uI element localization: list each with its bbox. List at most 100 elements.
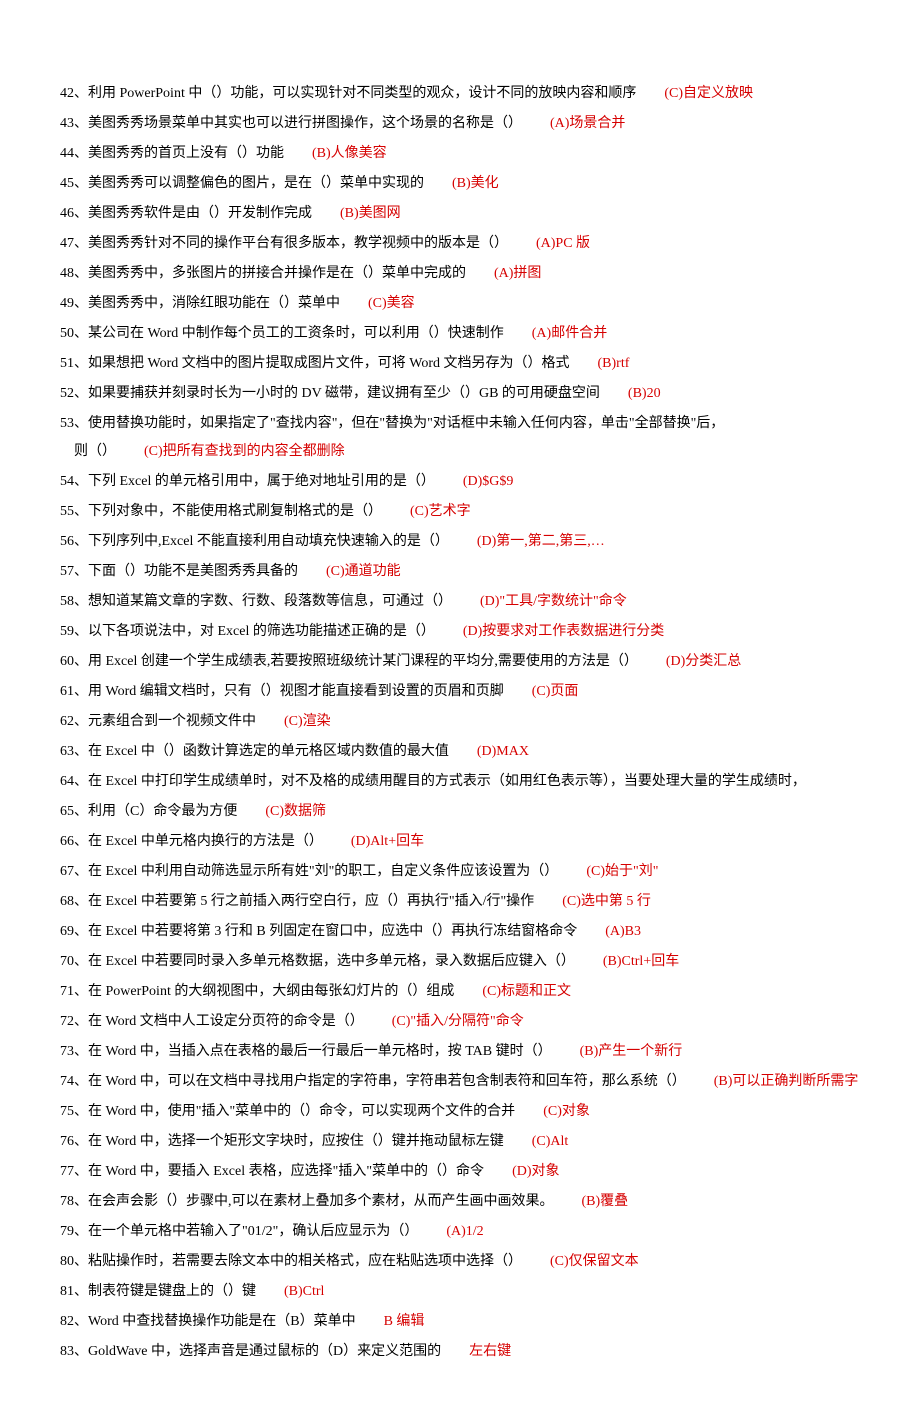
question-item: 70、在 Excel 中若要同时录入多单元格数据，选中多单元格，录入数据后应键入… <box>60 948 860 976</box>
question-text: 58、想知道某篇文章的字数、行数、段落数等信息，可通过（） <box>60 594 452 609</box>
question-text: 59、以下各项说法中，对 Excel 的筛选功能描述正确的是（） <box>60 624 435 639</box>
question-item: 42、利用 PowerPoint 中（）功能，可以实现针对不同类型的观众，设计不… <box>60 80 860 108</box>
question-item: 73、在 Word 中，当插入点在表格的最后一行最后一单元格时，按 TAB 键时… <box>60 1038 860 1066</box>
question-text: 77、在 Word 中，要插入 Excel 表格，应选择"插入"菜单中的（）命令 <box>60 1164 484 1179</box>
question-text: 65、利用（C）命令最为方便 <box>60 804 237 819</box>
answer-text: (B)20 <box>628 386 661 401</box>
question-item: 77、在 Word 中，要插入 Excel 表格，应选择"插入"菜单中的（）命令… <box>60 1158 860 1186</box>
question-item: 67、在 Excel 中利用自动筛选显示所有姓"刘"的职工，自定义条件应该设置为… <box>60 858 860 886</box>
question-text: 73、在 Word 中，当插入点在表格的最后一行最后一单元格时，按 TAB 键时… <box>60 1044 552 1059</box>
question-item: 65、利用（C）命令最为方便 (C)数据筛 <box>60 798 860 826</box>
question-item: 79、在一个单元格中若输入了"01/2"，确认后应显示为（）(A)1/2 <box>60 1218 860 1246</box>
answer-text: (B)人像美容 <box>312 146 387 161</box>
question-text: 61、用 Word 编辑文档时，只有（）视图才能直接看到设置的页眉和页脚 <box>60 684 504 699</box>
answer-text: (C)"插入/分隔符"命令 <box>392 1014 524 1029</box>
question-text: 74、在 Word 中，可以在文档中寻找用户指定的字符串，字符串若包含制表符和回… <box>60 1074 686 1089</box>
question-item: 63、在 Excel 中（）函数计算选定的单元格区域内数值的最大值 (D)MAX <box>60 738 860 766</box>
answer-text: (C)页面 <box>532 684 579 699</box>
answer-text: (C)标题和正文 <box>482 984 571 999</box>
answer-text: (D)MAX <box>477 744 529 759</box>
question-item: 68、在 Excel 中若要第 5 行之前插入两行空白行，应（）再执行"插入/行… <box>60 888 860 916</box>
question-text: 49、美图秀秀中，消除红眼功能在（）菜单中 <box>60 296 340 311</box>
question-item: 71、在 PowerPoint 的大纲视图中，大纲由每张幻灯片的（）组成 (C)标… <box>60 978 860 1006</box>
question-text: 71、在 PowerPoint 的大纲视图中，大纲由每张幻灯片的（）组成 <box>60 984 454 999</box>
question-text: 46、美图秀秀软件是由（）开发制作完成 <box>60 206 312 221</box>
question-text: 82、Word 中查找替换操作功能是在（B）菜单中 <box>60 1314 356 1329</box>
answer-text: B 编辑 <box>384 1314 425 1329</box>
answer-text: (B)产生一个新行 <box>580 1044 683 1059</box>
question-item: 62、元素组合到一个视频文件中(C)渲染 <box>60 708 860 736</box>
question-text: 57、下面（）功能不是美图秀秀具备的 <box>60 564 298 579</box>
question-item: 53、使用替换功能时，如果指定了"查找内容"，但在"替换为"对话框中未输入任何内… <box>60 410 860 466</box>
question-text: 53、使用替换功能时，如果指定了"查找内容"，但在"替换为"对话框中未输入任何内… <box>60 416 724 431</box>
question-text: 42、利用 PowerPoint 中（）功能，可以实现针对不同类型的观众，设计不… <box>60 86 636 101</box>
question-text: 63、在 Excel 中（）函数计算选定的单元格区域内数值的最大值 <box>60 744 449 759</box>
question-text: 76、在 Word 中，选择一个矩形文字块时，应按住（）键并拖动鼠标左键 <box>60 1134 504 1149</box>
question-item: 76、在 Word 中，选择一个矩形文字块时，应按住（）键并拖动鼠标左键 (C)A… <box>60 1128 860 1156</box>
answer-text: (C)仅保留文本 <box>550 1254 639 1269</box>
question-text: 66、在 Excel 中单元格内换行的方法是（） <box>60 834 323 849</box>
question-item: 60、用 Excel 创建一个学生成绩表,若要按照班级统计某门课程的平均分,需要… <box>60 648 860 676</box>
answer-text: (A)场景合并 <box>550 116 625 131</box>
answer-text: (B)美图网 <box>340 206 401 221</box>
question-text: 67、在 Excel 中利用自动筛选显示所有姓"刘"的职工，自定义条件应该设置为… <box>60 864 558 879</box>
answer-text: (A)B3 <box>605 924 641 939</box>
question-text: 47、美图秀秀针对不同的操作平台有很多版本，教学视频中的版本是（） <box>60 236 508 251</box>
question-item: 74、在 Word 中，可以在文档中寻找用户指定的字符串，字符串若包含制表符和回… <box>60 1068 860 1096</box>
answer-text: (D)分类汇总 <box>666 654 741 669</box>
question-item: 55、下列对象中，不能使用格式刷复制格式的是（） (C)艺术字 <box>60 498 860 526</box>
answer-text: (C)美容 <box>368 296 415 311</box>
question-text: 54、下列 Excel 的单元格引用中，属于绝对地址引用的是（） <box>60 474 435 489</box>
question-text: 55、下列对象中，不能使用格式刷复制格式的是（） <box>60 504 382 519</box>
answer-text: (C)艺术字 <box>410 504 471 519</box>
answer-text: (A)拼图 <box>494 266 541 281</box>
question-item: 82、Word 中查找替换操作功能是在（B）菜单中 B 编辑 <box>60 1308 860 1336</box>
question-item: 59、以下各项说法中，对 Excel 的筛选功能描述正确的是（） (D)按要求对工… <box>60 618 860 646</box>
answer-text: 左右键 <box>469 1344 511 1359</box>
question-text: 44、美图秀秀的首页上没有（）功能 <box>60 146 284 161</box>
question-item: 83、GoldWave 中，选择声音是通过鼠标的（D）来定义范围的 左右键 <box>60 1338 860 1366</box>
question-item: 44、美图秀秀的首页上没有（）功能 (B)人像美容 <box>60 140 860 168</box>
question-item: 64、在 Excel 中打印学生成绩单时，对不及格的成绩用醒目的方式表示（如用红… <box>60 768 860 796</box>
question-text: 43、美图秀秀场景菜单中其实也可以进行拼图操作，这个场景的名称是（） <box>60 116 522 131</box>
answer-text: (C)自定义放映 <box>664 86 753 101</box>
answer-text: (A)PC 版 <box>536 236 590 251</box>
question-item: 45、美图秀秀可以调整偏色的图片，是在（）菜单中实现的(B)美化 <box>60 170 860 198</box>
question-text: 83、GoldWave 中，选择声音是通过鼠标的（D）来定义范围的 <box>60 1344 441 1359</box>
answer-text: (C)对象 <box>543 1104 590 1119</box>
question-text: 56、下列序列中,Excel 不能直接利用自动填充快速输入的是（） <box>60 534 449 549</box>
question-item: 61、用 Word 编辑文档时，只有（）视图才能直接看到设置的页眉和页脚 (C)页… <box>60 678 860 706</box>
answer-text: (D)Alt+回车 <box>351 834 424 849</box>
answer-text: (C)始于"刘" <box>586 864 658 879</box>
question-text: 62、元素组合到一个视频文件中 <box>60 714 256 729</box>
answer-text: (A)1/2 <box>446 1224 483 1239</box>
question-text: 68、在 Excel 中若要第 5 行之前插入两行空白行，应（）再执行"插入/行… <box>60 894 534 909</box>
answer-text: (B)rtf <box>598 356 630 371</box>
answer-text: (B)可以正确判断所需字 <box>714 1074 859 1089</box>
question-cont: 则（） <box>74 444 116 459</box>
answer-text: (B)Ctrl+回车 <box>603 954 679 969</box>
question-text: 52、如果要捕获并刻录时长为一小时的 DV 磁带，建议拥有至少（）GB 的可用硬… <box>60 386 600 401</box>
answer-text: (B)覆叠 <box>582 1194 629 1209</box>
question-item: 58、想知道某篇文章的字数、行数、段落数等信息，可通过（） (D)"工具/字数统计… <box>60 588 860 616</box>
question-text: 69、在 Excel 中若要将第 3 行和 B 列固定在窗口中，应选中（）再执行… <box>60 924 577 939</box>
answer-text: (D)"工具/字数统计"命令 <box>480 594 627 609</box>
question-item: 52、如果要捕获并刻录时长为一小时的 DV 磁带，建议拥有至少（）GB 的可用硬… <box>60 380 860 408</box>
question-text: 75、在 Word 中，使用"插入"菜单中的（）命令，可以实现两个文件的合并 <box>60 1104 515 1119</box>
question-text: 70、在 Excel 中若要同时录入多单元格数据，选中多单元格，录入数据后应键入… <box>60 954 575 969</box>
question-item: 49、美图秀秀中，消除红眼功能在（）菜单中 (C)美容 <box>60 290 860 318</box>
question-text: 81、制表符键是键盘上的（）键 <box>60 1284 256 1299</box>
answer-text: (D)按要求对工作表数据进行分类 <box>463 624 664 639</box>
question-text: 72、在 Word 文档中人工设定分页符的命令是（） <box>60 1014 364 1029</box>
question-text: 48、美图秀秀中，多张图片的拼接合并操作是在（）菜单中完成的 <box>60 266 466 281</box>
question-item: 69、在 Excel 中若要将第 3 行和 B 列固定在窗口中，应选中（）再执行… <box>60 918 860 946</box>
question-text: 60、用 Excel 创建一个学生成绩表,若要按照班级统计某门课程的平均分,需要… <box>60 654 638 669</box>
answer-text: (D)$G$9 <box>463 474 514 489</box>
answer-text: (C)Alt <box>532 1134 569 1149</box>
question-item: 72、在 Word 文档中人工设定分页符的命令是（） (C)"插入/分隔符"命令 <box>60 1008 860 1036</box>
question-item: 50、某公司在 Word 中制作每个员工的工资条时，可以利用（）快速制作(A)邮… <box>60 320 860 348</box>
question-text: 50、某公司在 Word 中制作每个员工的工资条时，可以利用（）快速制作 <box>60 326 504 341</box>
answer-text: (C)数据筛 <box>265 804 326 819</box>
question-item: 80、粘贴操作时，若需要去除文本中的相关格式，应在粘贴选项中选择（）(C)仅保留… <box>60 1248 860 1276</box>
answer-text: (D)对象 <box>512 1164 559 1179</box>
